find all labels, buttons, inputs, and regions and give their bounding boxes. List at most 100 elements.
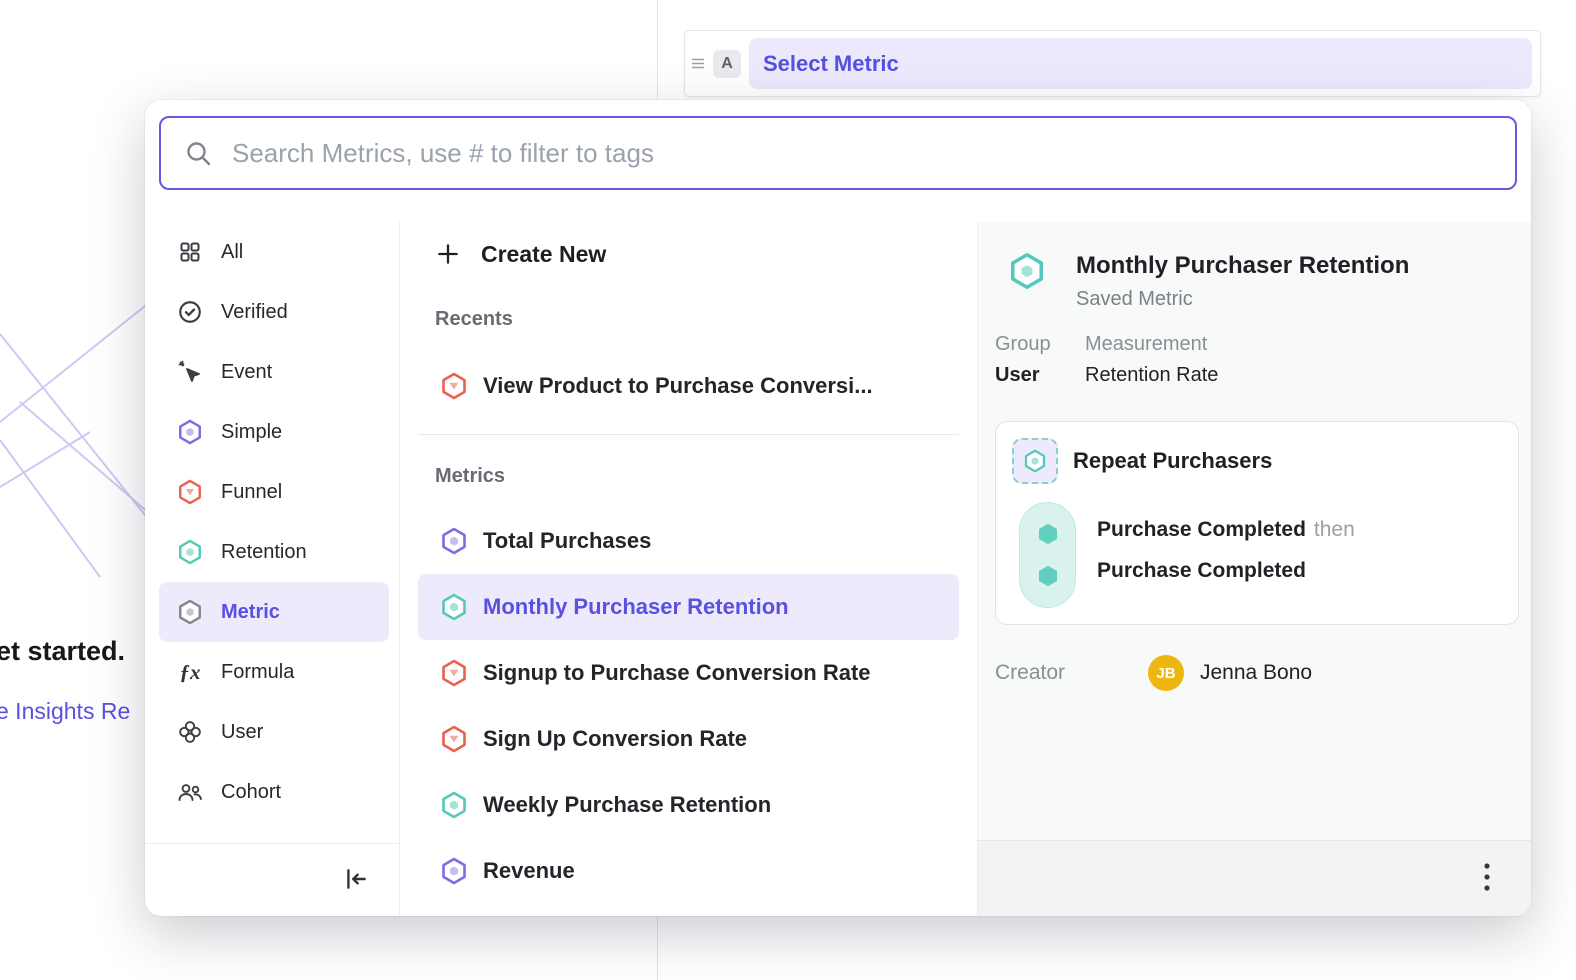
recents-section-header: Recents	[435, 306, 959, 332]
funnel-hexagon-icon	[440, 725, 468, 753]
more-options-button[interactable]	[1477, 856, 1497, 901]
measurement-value: Retention Rate	[1085, 364, 1218, 387]
picker-columns: All Verified Event	[145, 222, 1531, 916]
search-box[interactable]	[159, 116, 1517, 190]
sidebar-item-formula[interactable]: ƒx Formula	[159, 642, 389, 702]
plus-icon	[435, 241, 461, 267]
sidebar-item-metric[interactable]: Metric	[159, 582, 389, 642]
metric-row-label: Total Purchases	[483, 528, 651, 554]
metric-row-label: Monthly Purchaser Retention	[483, 594, 789, 620]
detail-meta: Group User Measurement Retention Rate	[995, 333, 1531, 387]
step-line-2: Purchase Completed	[1097, 559, 1355, 583]
retention-hexagon-icon	[440, 593, 468, 621]
metric-row-revenue[interactable]: Revenue	[418, 838, 959, 904]
funnel-hexagon-icon	[440, 372, 468, 400]
sidebar-item-label: Metric	[221, 601, 280, 624]
detail-footer	[978, 840, 1531, 916]
background-headline: et started.	[0, 636, 125, 667]
step-hexagon-icon	[1036, 522, 1060, 546]
metric-toolbar: A Select Metric	[684, 30, 1541, 97]
filter-sidebar: All Verified Event	[145, 222, 400, 916]
step-line-1: Purchase Completed then	[1097, 518, 1355, 542]
metric-row-monthly-purchaser-retention[interactable]: Monthly Purchaser Retention	[418, 574, 959, 640]
metric-row-label: View Product to Purchase Conversi...	[483, 373, 873, 399]
background-insights-link[interactable]: e Insights Re	[0, 698, 146, 725]
funnel-hexagon-icon	[177, 479, 203, 505]
step2-event: Purchase Completed	[1097, 559, 1306, 582]
retention-hexagon-icon	[440, 791, 468, 819]
sidebar-item-verified[interactable]: Verified	[159, 282, 389, 342]
recent-metric-row[interactable]: View Product to Purchase Conversi...	[418, 356, 959, 416]
detail-subtitle: Saved Metric	[1076, 288, 1409, 311]
detail-title: Monthly Purchaser Retention	[1076, 252, 1409, 280]
sidebar-item-label: Retention	[221, 541, 307, 564]
card-body: Purchase Completed then Purchase Complete…	[1012, 502, 1502, 608]
sidebar-item-simple[interactable]: Simple	[159, 402, 389, 462]
step1-event: Purchase Completed	[1097, 518, 1306, 541]
sidebar-item-label: Funnel	[221, 481, 282, 504]
user-flower-icon	[177, 719, 203, 745]
sidebar-item-label: User	[221, 721, 263, 744]
metrics-group: Total Purchases Monthly Purchaser Retent…	[418, 508, 959, 904]
sidebar-item-label: Cohort	[221, 781, 281, 804]
sidebar-item-event[interactable]: Event	[159, 342, 389, 402]
kebab-icon	[1483, 862, 1491, 895]
step-hexagon-icon	[1036, 564, 1060, 588]
grid-icon	[177, 239, 203, 265]
metrics-section-header: Metrics	[435, 463, 959, 489]
group-value: User	[995, 364, 1085, 387]
card-title: Repeat Purchasers	[1073, 448, 1272, 474]
metric-list-column: Create New Recents View Product to Purch…	[400, 222, 978, 916]
search-input[interactable]	[230, 137, 1495, 170]
series-a-badge: A	[713, 50, 741, 78]
metric-row-label: Revenue	[483, 858, 575, 884]
creator-label: Creator	[995, 661, 1148, 685]
metric-hexagon-icon	[177, 599, 203, 625]
sidebar-item-funnel[interactable]: Funnel	[159, 462, 389, 522]
metric-row-label: Sign Up Conversion Rate	[483, 726, 747, 752]
sidebar-item-label: All	[221, 241, 243, 264]
creator-name: Jenna Bono	[1200, 661, 1312, 685]
create-new-button[interactable]: Create New	[418, 230, 959, 278]
sidebar-item-retention[interactable]: Retention	[159, 522, 389, 582]
metric-row-weekly-purchase-retention[interactable]: Weekly Purchase Retention	[418, 772, 959, 838]
creator-row: Creator JB Jenna Bono	[995, 655, 1531, 691]
metric-row-total-purchases[interactable]: Total Purchases	[418, 508, 959, 574]
event-cursor-icon	[177, 359, 203, 385]
retention-steps-pill	[1019, 502, 1076, 608]
metric-detail-panel: Monthly Purchaser Retention Saved Metric…	[978, 222, 1531, 916]
card-header: Repeat Purchasers	[1012, 438, 1502, 484]
sidebar-item-label: Verified	[221, 301, 288, 324]
sidebar-item-cohort[interactable]: Cohort	[159, 762, 389, 822]
retention-steps: Purchase Completed then Purchase Complete…	[1097, 502, 1355, 608]
collapse-icon	[343, 866, 369, 895]
detail-header: Monthly Purchaser Retention Saved Metric	[1008, 252, 1511, 311]
measurement-label: Measurement	[1085, 333, 1218, 356]
metric-row-signup-to-purchase-conversion-rate[interactable]: Signup to Purchase Conversion Rate	[418, 640, 959, 706]
metric-picker-modal: All Verified Event	[145, 100, 1531, 916]
create-new-label: Create New	[481, 241, 606, 268]
retention-hexagon-icon	[1008, 252, 1046, 311]
verified-badge-icon	[177, 299, 203, 325]
metric-row-label: Weekly Purchase Retention	[483, 792, 771, 818]
sidebar-item-all[interactable]: All	[159, 222, 389, 282]
sidebar-item-label: Formula	[221, 661, 294, 684]
select-metric-label: Select Metric	[763, 51, 899, 77]
list-divider	[418, 434, 959, 435]
step-connector: then	[1314, 518, 1355, 541]
retention-hexagon-icon	[177, 539, 203, 565]
sidebar-item-label: Simple	[221, 421, 282, 444]
select-metric-button[interactable]: Select Metric	[749, 38, 1532, 89]
simple-hexagon-icon	[440, 527, 468, 555]
creator-avatar: JB	[1148, 655, 1184, 691]
simple-hexagon-icon	[177, 419, 203, 445]
group-label: Group	[995, 333, 1085, 356]
metric-row-sign-up-conversion-rate[interactable]: Sign Up Conversion Rate	[418, 706, 959, 772]
cohort-people-icon	[177, 779, 203, 805]
simple-hexagon-icon	[440, 857, 468, 885]
metric-definition-card: Repeat Purchasers Purchase Completed then…	[995, 421, 1519, 625]
drag-handle-icon[interactable]	[691, 57, 705, 70]
formula-icon: ƒx	[177, 659, 203, 685]
collapse-sidebar-button[interactable]	[339, 862, 373, 899]
sidebar-item-user[interactable]: User	[159, 702, 389, 762]
